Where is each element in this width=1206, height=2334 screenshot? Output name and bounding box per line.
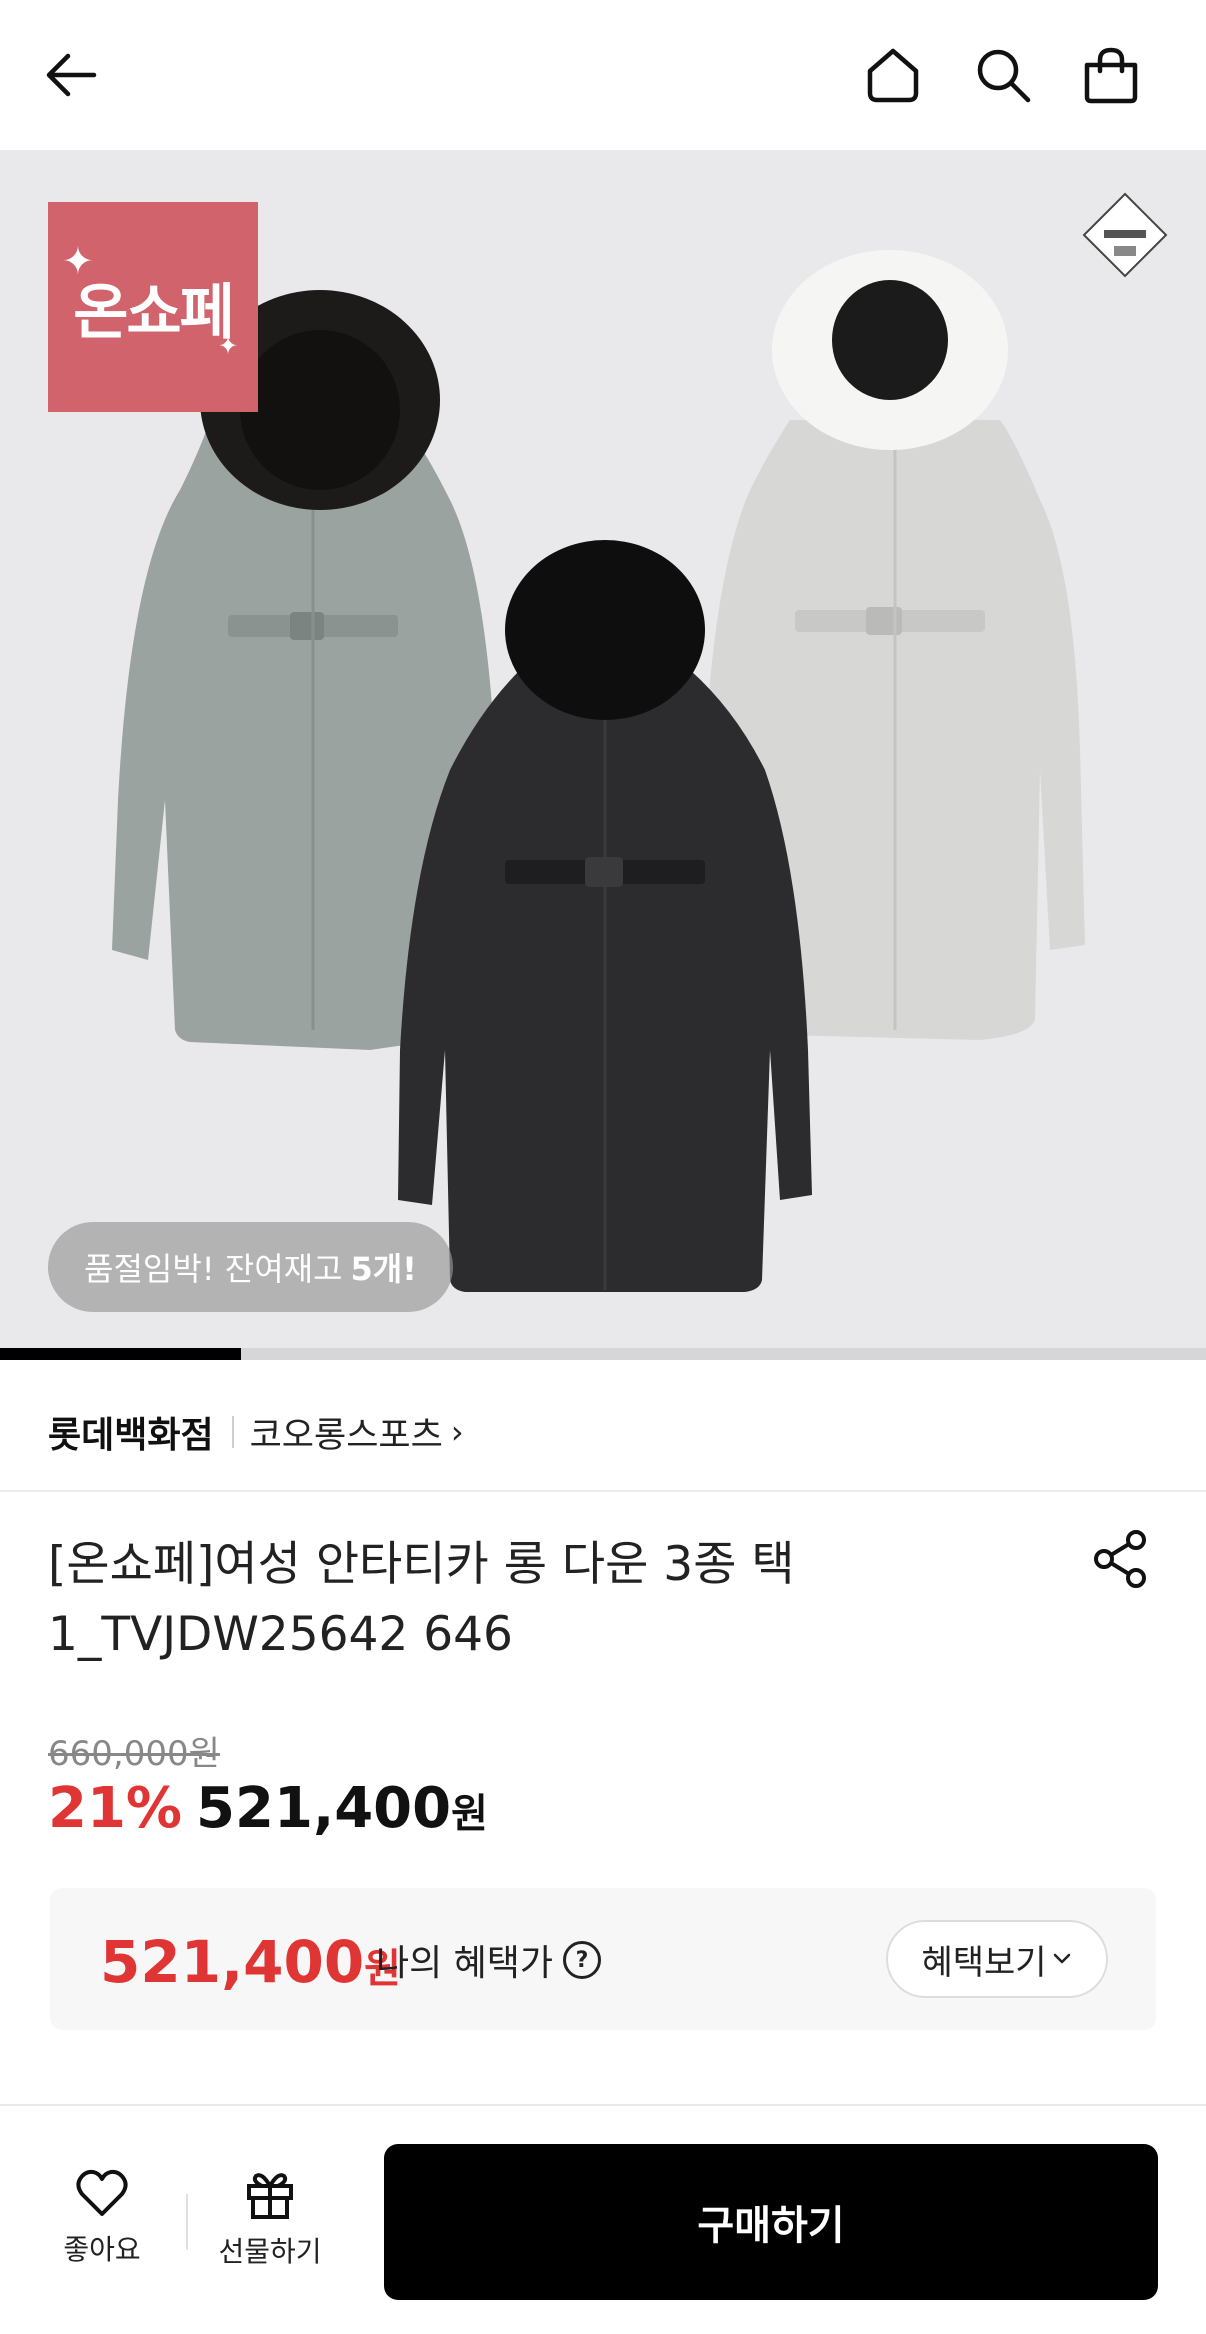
- brand-link[interactable]: 코오롱스포츠 ›: [250, 1407, 464, 1458]
- sparkle-icon: ✦: [62, 239, 94, 283]
- price-row: 21% 521,400 원: [48, 1776, 488, 1841]
- brand-name: 코오롱스포츠: [249, 1415, 443, 1456]
- low-stock-pill: 품절임박! 잔여재고 5개!: [48, 1222, 453, 1312]
- carousel-progress-bar: [0, 1348, 1206, 1360]
- onshope-badge: 온쇼페 ✦ ✦: [48, 202, 258, 412]
- back-arrow-icon[interactable]: [36, 40, 106, 110]
- chevron-right-icon: ›: [450, 1413, 464, 1451]
- original-price: 660,000원: [48, 1734, 220, 1774]
- discount-rate: 21%: [48, 1776, 183, 1841]
- gift-icon: [247, 2173, 293, 2219]
- top-navigation-bar: [0, 0, 1206, 150]
- benefit-label: 나의 혜택가 ?: [376, 1934, 602, 1986]
- carousel-progress-fill: [0, 1348, 242, 1360]
- sale-price: 521,400: [196, 1776, 452, 1841]
- sparkle-icon: ✦: [218, 332, 239, 360]
- help-icon[interactable]: ?: [563, 1941, 602, 1979]
- like-button[interactable]: 좋아요: [42, 2168, 162, 2268]
- benefit-price: 521,400 원: [100, 1928, 401, 1996]
- store-name[interactable]: 롯데백화점: [48, 1406, 214, 1458]
- benefit-price-value: 521,400: [100, 1928, 365, 1996]
- bottom-action-bar: 좋아요 선물하기 구매하기: [0, 2104, 1206, 2334]
- product-title-line1: [온쇼페]여성 안타티카 롱 다운 3종 택: [48, 1537, 795, 1592]
- gift-button[interactable]: 선물하기: [210, 2168, 330, 2270]
- like-label: 좋아요: [63, 2233, 141, 2266]
- product-image-carousel[interactable]: 온쇼페 ✦ ✦ 품절임박! 잔여재고 5개!: [0, 150, 1206, 1350]
- chevron-down-icon: [1053, 1953, 1070, 1964]
- view-benefits-button[interactable]: 혜택보기: [886, 1920, 1108, 1998]
- bottom-divider: [186, 2194, 188, 2250]
- product-title-line2: 1_TVJDW25642 646: [48, 1607, 513, 1662]
- share-icon[interactable]: [1090, 1528, 1152, 1590]
- sale-price-unit: 원: [451, 1791, 488, 1837]
- stock-count: 5개!: [350, 1250, 417, 1288]
- gift-label: 선물하기: [218, 2235, 322, 2268]
- search-icon[interactable]: [968, 40, 1038, 110]
- brand-divider: [231, 1416, 234, 1448]
- home-icon[interactable]: [858, 40, 928, 110]
- brand-row: 롯데백화점 코오롱스포츠 ›: [48, 1400, 464, 1464]
- buy-label: 구매하기: [697, 2203, 845, 2249]
- badge-text: 온쇼페: [73, 277, 235, 348]
- benefit-box: 521,400 원 나의 혜택가 ? 혜택보기: [50, 1888, 1156, 2030]
- view-benefits-label: 혜택보기: [921, 1942, 1047, 1983]
- heart-icon: [76, 2169, 128, 2216]
- stock-text: 품절임박! 잔여재고: [84, 1250, 343, 1288]
- benefit-label-text: 나의 혜택가: [376, 1943, 554, 1984]
- section-divider: [0, 1490, 1206, 1492]
- product-title: [온쇼페]여성 안타티카 롱 다운 3종 택 1_TVJDW25642 646: [48, 1530, 808, 1670]
- windstopper-logo: [1082, 192, 1168, 278]
- shopping-bag-icon[interactable]: [1076, 40, 1146, 110]
- buy-button[interactable]: 구매하기: [384, 2144, 1158, 2300]
